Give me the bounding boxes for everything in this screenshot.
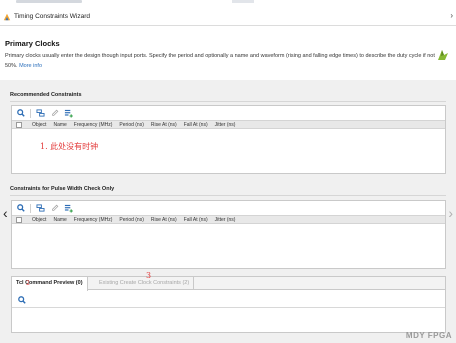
recommended-toolbar bbox=[12, 106, 445, 120]
next-arrow-icon[interactable]: › bbox=[448, 205, 453, 221]
select-all-checkbox[interactable] bbox=[16, 121, 22, 128]
column-period[interactable]: Period (ns) bbox=[119, 217, 150, 223]
window-titlebar: Timing Constraints Wizard › bbox=[0, 8, 456, 26]
column-fall-at[interactable]: Fall At (ns) bbox=[184, 122, 215, 128]
description-text: Primary clocks usually enter the design … bbox=[5, 53, 435, 69]
wizard-icon bbox=[438, 50, 448, 60]
table-header: Object Name Frequency (MHz) Period (ns) … bbox=[12, 215, 445, 224]
toolbar-separator bbox=[30, 108, 31, 118]
close-button[interactable]: › bbox=[450, 11, 453, 20]
column-jitter[interactable]: Jitter (ns) bbox=[215, 122, 243, 128]
pulse-width-toolbar bbox=[12, 201, 445, 215]
tab-tcl-command-preview[interactable]: Tcl Command Preview (0) bbox=[12, 277, 88, 291]
recommended-constraints-title: Recommended Constraints bbox=[10, 92, 82, 98]
column-rise-at[interactable]: Rise At (ns) bbox=[151, 217, 184, 223]
column-fall-at[interactable]: Fall At (ns) bbox=[184, 217, 215, 223]
vivado-logo-icon bbox=[3, 13, 11, 20]
section-divider bbox=[10, 101, 446, 102]
column-frequency[interactable]: Frequency (MHz) bbox=[74, 122, 120, 128]
search-icon[interactable] bbox=[15, 108, 26, 119]
annotation-no-clock: 1. 此处没有时钟 bbox=[40, 142, 99, 151]
page-description: Primary clocks usually enter the design … bbox=[5, 52, 435, 71]
blurred-browser-text-2 bbox=[232, 0, 254, 3]
annotation-marker-3: 3 bbox=[146, 271, 152, 280]
filter-icon[interactable] bbox=[35, 203, 46, 214]
column-period[interactable]: Period (ns) bbox=[119, 122, 150, 128]
tab-existing-create-clock-constraints[interactable]: Existing Create Clock Constraints (2) bbox=[95, 277, 195, 290]
toolbar-separator bbox=[30, 203, 31, 213]
edit-icon[interactable] bbox=[49, 203, 60, 214]
column-object[interactable]: Object bbox=[32, 122, 53, 128]
tab-bar: Tcl Command Preview (0) Existing Create … bbox=[12, 277, 445, 291]
column-name[interactable]: Name bbox=[53, 217, 73, 223]
section-divider bbox=[10, 195, 446, 196]
column-object[interactable]: Object bbox=[32, 217, 53, 223]
top-strip bbox=[0, 0, 456, 8]
recommended-constraints-panel: Object Name Frequency (MHz) Period (ns) … bbox=[11, 105, 446, 174]
add-constraint-icon[interactable] bbox=[63, 108, 74, 119]
select-all-checkbox[interactable] bbox=[16, 216, 22, 223]
filter-icon[interactable] bbox=[35, 108, 46, 119]
search-icon[interactable] bbox=[16, 294, 27, 305]
annotation-marker-2: 2 bbox=[26, 280, 30, 287]
column-frequency[interactable]: Frequency (MHz) bbox=[74, 217, 120, 223]
wizard-header: Primary Clocks Primary clocks usually en… bbox=[0, 26, 456, 80]
add-constraint-icon[interactable] bbox=[63, 203, 74, 214]
table-header: Object Name Frequency (MHz) Period (ns) … bbox=[12, 120, 445, 129]
edit-icon[interactable] bbox=[49, 108, 60, 119]
column-jitter[interactable]: Jitter (ns) bbox=[215, 217, 243, 223]
watermark: MDY FPGA bbox=[405, 331, 452, 340]
page-title: Primary Clocks bbox=[5, 39, 60, 48]
tab-content-divider bbox=[12, 307, 445, 308]
search-icon[interactable] bbox=[15, 203, 26, 214]
more-info-link[interactable]: More info bbox=[19, 63, 42, 69]
blurred-browser-text bbox=[16, 0, 82, 3]
column-rise-at[interactable]: Rise At (ns) bbox=[151, 122, 184, 128]
previous-arrow-icon[interactable]: ‹ bbox=[3, 205, 8, 221]
window-title: Timing Constraints Wizard bbox=[14, 13, 90, 20]
pulse-width-constraints-title: Constraints for Pulse Width Check Only bbox=[10, 186, 115, 192]
pulse-width-constraints-panel: Object Name Frequency (MHz) Period (ns) … bbox=[11, 200, 446, 269]
bottom-tab-panel: Tcl Command Preview (0) Existing Create … bbox=[11, 276, 446, 333]
column-name[interactable]: Name bbox=[53, 122, 73, 128]
